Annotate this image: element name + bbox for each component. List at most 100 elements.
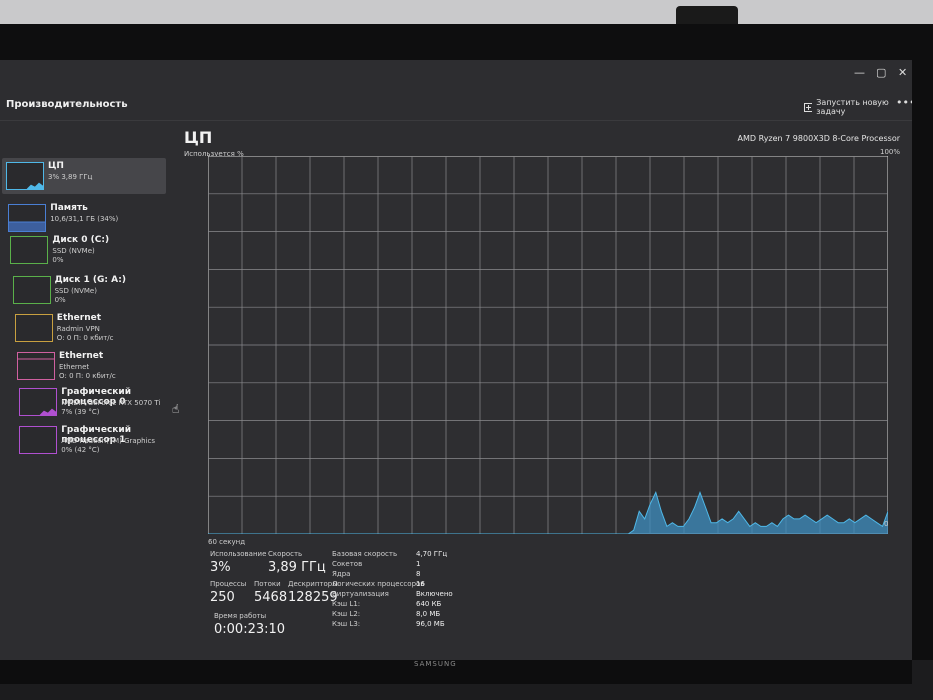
detail-key: Логических процессоров (332, 580, 425, 588)
page-header: Производительность Запустить новую задач… (0, 90, 912, 121)
new-task-icon (804, 102, 813, 112)
mini-graph (18, 358, 54, 360)
speed-label: Скорость (268, 550, 303, 558)
sidebar-item-detail: AMD Radeon(TM) Graphics 0% (42 °C) (61, 437, 155, 455)
sidebar-item-line1: Radmin VPN (56, 325, 100, 333)
sidebar-item[interactable]: ЦП 3% 3,89 ГГц (2, 158, 166, 194)
sidebar-item-line1: 10,6/31,1 ГБ (34%) (50, 215, 119, 223)
detail-value: 8,0 МБ (416, 610, 441, 618)
sidebar-item[interactable]: Диск 1 (G: A:) SSD (NVMe) 0% (9, 272, 173, 308)
mini-graph (9, 221, 46, 231)
sidebar-item-name: Диск 1 (G: A:) (54, 275, 126, 285)
detail-key: Кэш L2: (332, 610, 361, 618)
processes-label: Процессы (210, 580, 247, 588)
cpu-utilization-graph (208, 156, 888, 534)
maximize-button[interactable]: ▢ (876, 66, 886, 79)
handles-label: Дескрипторы (288, 580, 338, 588)
zero-label: 0 (884, 520, 889, 528)
sidebar-item-line2: О: 0 П: 0 кбит/с (56, 334, 114, 342)
resource-thumbnail (8, 204, 47, 232)
sidebar-item-name: ЦП (48, 161, 64, 171)
detail-key: Кэш L1: (332, 600, 361, 608)
resource-thumbnail (19, 426, 58, 454)
mini-graph (39, 408, 57, 415)
usage-value: 3% (210, 560, 231, 575)
sidebar-item-detail: 10,6/31,1 ГБ (34%) (50, 215, 118, 224)
sidebar-item-line1: SSD (NVMe) (54, 287, 97, 295)
resource-thumbnail (12, 276, 51, 304)
monitor: — ▢ ✕ Производительность Запустить новую… (0, 24, 933, 684)
monitor-brand-logo: SAMSUNG (414, 660, 457, 668)
sidebar-item-name: Ethernet (59, 351, 104, 361)
sidebar-item-detail: SSD (NVMe) 0% (52, 247, 94, 265)
handles-value: 128259 (288, 590, 338, 605)
sidebar-item-line2: 0% (52, 256, 64, 264)
sidebar-item-line1: NVIDIA GeForce RTX 5070 Ti (61, 399, 161, 407)
more-options-button[interactable]: ••• (896, 96, 912, 109)
detail-value: 96,0 МБ (416, 620, 445, 628)
resource-thumbnail (17, 352, 55, 380)
cpu-stats: Использование 3% Скорость 3,89 ГГц Проце… (210, 550, 910, 660)
sidebar-item-name: Память (50, 203, 88, 213)
detail-key: Сокетов (332, 560, 363, 568)
mini-graph (26, 182, 43, 189)
detail-value: 16 (416, 580, 425, 588)
resource-sidebar: ЦП 3% 3,89 ГГц Память 10,6/31,1 ГБ (34%) Дис… (0, 120, 180, 660)
sidebar-item-line2: О: 0 П: 0 кбит/с (59, 372, 116, 380)
processes-value: 250 (210, 590, 235, 605)
resource-thumbnail (14, 314, 53, 342)
sidebar-item-line1: SSD (NVMe) (52, 247, 95, 255)
threads-label: Потоки (254, 580, 281, 588)
sidebar-item-detail: SSD (NVMe) 0% (55, 287, 97, 305)
minimize-button[interactable]: — (854, 66, 865, 79)
sidebar-item-detail: NVIDIA GeForce RTX 5070 Ti 7% (39 °C) (61, 399, 160, 417)
mini-graph (16, 315, 52, 341)
resource-thumbnail (6, 162, 44, 190)
uptime-value: 0:00:23:10 (214, 622, 286, 637)
sidebar-item[interactable]: Ethernet Radmin VPN О: 0 П: 0 кбит/с (11, 310, 175, 346)
sidebar-item-line1: AMD Radeon(TM) Graphics (61, 437, 156, 445)
mini-graph (14, 277, 50, 303)
detail-value: 8 (416, 570, 421, 578)
sidebar-item-line2: 0% (42 °C) (61, 446, 100, 454)
page-title: Производительность (6, 99, 128, 110)
sidebar-item-line1: 3% 3,89 ГГц (48, 173, 93, 181)
sidebar-item[interactable]: Диск 0 (C:) SSD (NVMe) 0% (6, 232, 170, 268)
threads-value: 5468 (254, 590, 288, 605)
speed-value: 3,89 ГГц (268, 560, 326, 575)
monitor-top-bezel (0, 0, 933, 26)
task-manager-window: — ▢ ✕ Производительность Запустить новую… (0, 60, 912, 660)
sidebar-item-name: Диск 0 (C:) (52, 235, 110, 245)
cpu-panel: ЦП AMD Ryzen 7 9800X3D 8-Core Processor … (180, 120, 912, 660)
mini-graph (11, 237, 47, 263)
sidebar-item-detail: 3% 3,89 ГГц (48, 173, 92, 182)
detail-value: 4,70 ГГц (416, 550, 448, 558)
resource-thumbnail (10, 236, 49, 264)
max-percent-label: 100% (879, 148, 900, 156)
cpu-model: AMD Ryzen 7 9800X3D 8-Core Processor (737, 134, 901, 143)
sidebar-item-line2: 7% (39 °C) (61, 408, 100, 416)
time-window-label: 60 секунд (208, 538, 246, 546)
detail-key: Базовая скорость (332, 550, 398, 558)
detail-key: Кэш L3: (332, 620, 361, 628)
resource-thumbnail (19, 388, 58, 416)
uptime-label: Время работы (214, 612, 267, 620)
title-bar: — ▢ ✕ (0, 60, 912, 90)
detail-value: 640 КБ (416, 600, 442, 608)
sidebar-item-detail: Ethernet О: 0 П: 0 кбит/с (59, 363, 116, 381)
close-button[interactable]: ✕ (898, 66, 907, 79)
sidebar-item-line2: 0% (54, 296, 66, 304)
usage-label: Использование (210, 550, 267, 558)
mini-graph (20, 427, 56, 453)
detail-value: Включено (416, 590, 453, 598)
sidebar-item[interactable]: Графический процессор 0 NVIDIA GeForce RT… (15, 384, 179, 420)
detail-key: Ядра (332, 570, 351, 578)
panel-title: ЦП (184, 128, 213, 147)
sidebar-item-name: Ethernet (56, 313, 102, 323)
sidebar-item[interactable]: Ethernet Ethernet О: 0 П: 0 кбит/с (13, 348, 177, 384)
sidebar-item[interactable]: Графический процессор 1 AMD Radeon(TM) Gr… (15, 422, 179, 458)
sidebar-item-line1: Ethernet (59, 363, 90, 371)
sidebar-item[interactable]: Память 10,6/31,1 ГБ (34%) (4, 200, 168, 236)
sidebar-item-detail: Radmin VPN О: 0 П: 0 кбит/с (57, 325, 114, 343)
mouse-cursor-icon: ☝ (172, 402, 180, 416)
